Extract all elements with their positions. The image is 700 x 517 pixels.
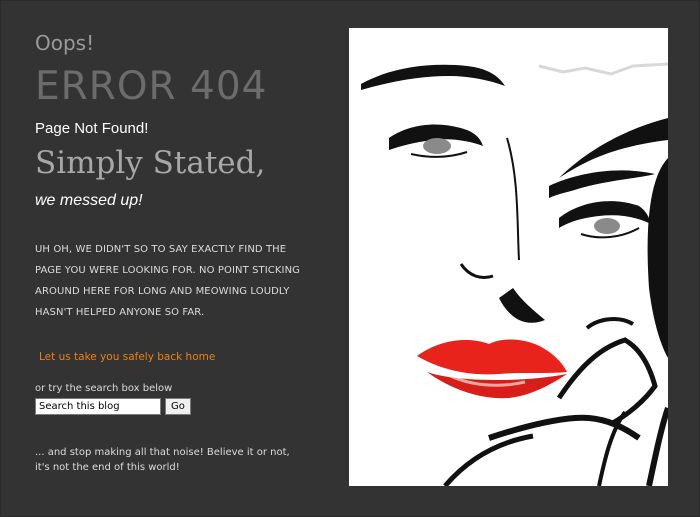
- search-input[interactable]: [35, 398, 161, 415]
- back-home-link[interactable]: Let us take you safely back home: [39, 351, 215, 363]
- page-not-found-text: Page Not Found!: [35, 120, 149, 137]
- oops-heading: Oops!: [35, 31, 95, 55]
- search-form: Go: [35, 398, 191, 415]
- error-code-heading: ERROR 404: [35, 64, 268, 109]
- closing-message: ... and stop making all that noise! Beli…: [35, 447, 290, 473]
- simply-stated-heading: Simply Stated,: [35, 145, 266, 181]
- messed-up-text: we messed up!: [35, 192, 143, 209]
- go-button[interactable]: Go: [165, 398, 191, 415]
- error-message: UH OH, WE DIDN'T SO TO SAY EXACTLY FIND …: [35, 244, 301, 318]
- error-content: Oops! ERROR 404 Page Not Found! Simply S…: [35, 31, 315, 473]
- page-frame: Oops! ERROR 404 Page Not Found! Simply S…: [0, 0, 700, 517]
- woman-face-icon: [349, 28, 668, 486]
- search-prompt: or try the search box below: [35, 383, 173, 394]
- woman-face-illustration: [349, 28, 668, 486]
